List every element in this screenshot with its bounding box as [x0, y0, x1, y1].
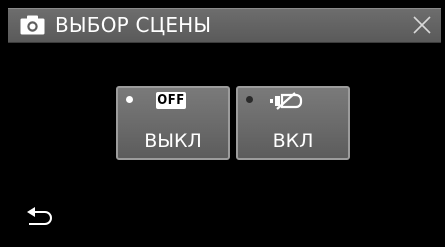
title-bar: ВЫБОР СЦЕНЫ — [8, 8, 441, 43]
option-on-label: ВКЛ — [272, 130, 314, 152]
option-off-label: ВЫКЛ — [144, 130, 202, 152]
option-off-button[interactable]: OFF ВЫКЛ — [116, 86, 230, 160]
camera-icon — [20, 15, 45, 35]
close-icon[interactable] — [410, 13, 434, 37]
stabilizer-off-icon — [270, 92, 303, 110]
back-arrow-icon[interactable] — [25, 206, 55, 228]
page-title: ВЫБОР СЦЕНЫ — [55, 13, 212, 37]
off-icon: OFF — [156, 92, 186, 109]
option-on-button[interactable]: ВКЛ — [236, 86, 350, 160]
unselected-indicator-icon — [246, 96, 253, 103]
scene-select-screen: ВЫБОР СЦЕНЫ OFF ВЫКЛ ВКЛ — [2, 0, 443, 247]
selected-indicator-icon — [126, 96, 133, 103]
